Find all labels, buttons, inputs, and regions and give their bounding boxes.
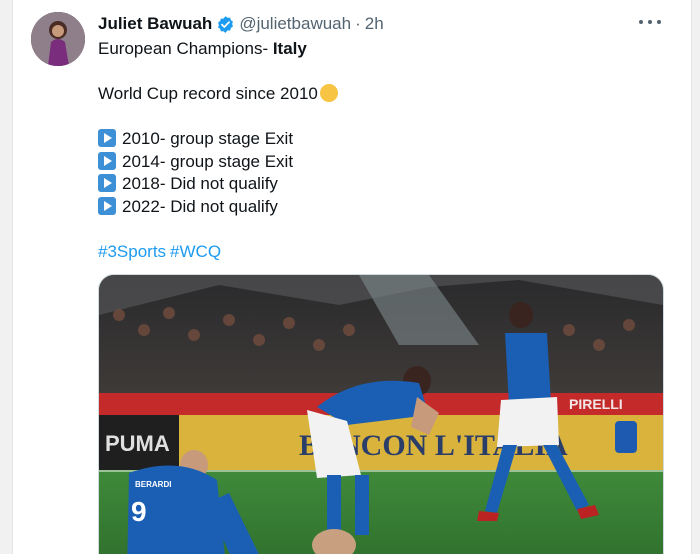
separator-dot: ·: [355, 14, 361, 33]
jersey-number: 9: [131, 496, 147, 527]
svg-text:PUMA: PUMA: [105, 431, 170, 456]
jersey-name: BERARDI: [135, 480, 171, 489]
tweet-line-1: European Champions- Italy: [98, 38, 668, 61]
tweet-media-image[interactable]: PIRELLI PUMA BENCON L'ITALIA 9 BERARDI: [98, 274, 664, 554]
more-icon[interactable]: [639, 14, 661, 30]
face-with-rolling-eyes-icon: [319, 84, 338, 102]
avatar[interactable]: [31, 12, 85, 66]
line-text: World Cup record since 2010: [98, 84, 318, 103]
author-handle[interactable]: @juliet­bawuah: [239, 14, 351, 34]
hashtags: #3Sports #WCQ: [98, 241, 668, 264]
line-bold-text: Italy: [272, 39, 307, 58]
svg-text:PIRELLI: PIRELLI: [569, 396, 623, 412]
stadium-photo: PIRELLI PUMA BENCON L'ITALIA 9 BERARDI: [99, 275, 663, 554]
list-item-text: 2010- group stage Exit: [122, 129, 294, 148]
play-button-icon: [98, 151, 116, 170]
play-button-icon: [98, 196, 116, 215]
list-item: 2018- Did not qualify: [98, 173, 668, 196]
author-name[interactable]: Juliet Bawuah: [98, 14, 212, 34]
play-button-icon: [98, 129, 116, 147]
list-item: 2010- group stage Exit: [98, 128, 668, 151]
list-item: 2014- group stage Exit: [98, 151, 668, 174]
list-item-text: 2018- Did not qualify: [122, 174, 278, 193]
avatar-image: [31, 12, 85, 66]
play-button-icon: [98, 174, 116, 192]
list-item: 2022- Did not qualify: [98, 196, 668, 219]
hashtag-link[interactable]: #WCQ: [170, 242, 221, 261]
tweet-card[interactable]: Juliet Bawuah @juliet­bawuah · 2h Europe…: [12, 0, 692, 554]
tweet-text: European Champions- Italy World Cup reco…: [98, 38, 668, 263]
line-text: European Champions-: [98, 39, 273, 58]
timestamp[interactable]: 2h: [365, 14, 384, 34]
verified-icon: [218, 15, 234, 33]
hashtag-link[interactable]: #3Sports: [98, 242, 166, 261]
tweet-line-2: World Cup record since 2010: [98, 83, 668, 106]
list-item-text: 2022- Did not qualify: [122, 196, 278, 216]
list-item-text: 2014- group stage Exit: [122, 151, 294, 171]
tweet-header: Juliet Bawuah @juliet­bawuah · 2h: [98, 12, 384, 36]
